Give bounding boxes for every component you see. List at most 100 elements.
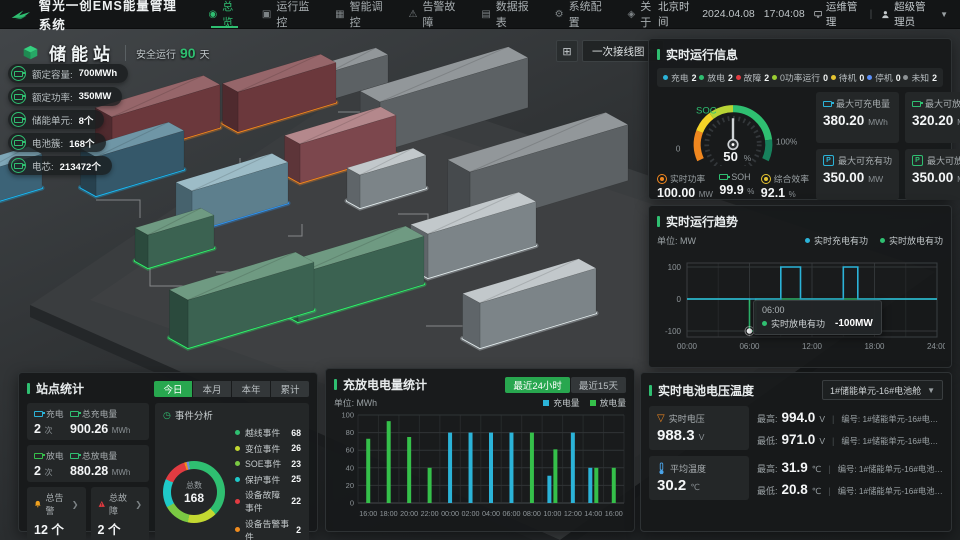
svg-text:0: 0 xyxy=(350,499,354,508)
panel-title: 实时电池电压温度 xyxy=(649,382,754,399)
status-充电: 充电 2 xyxy=(663,71,697,84)
svg-text:12:00: 12:00 xyxy=(802,342,823,351)
svg-text:60: 60 xyxy=(346,446,354,455)
status-dot xyxy=(736,75,741,80)
station-header: 储能站 安全运行90天 xyxy=(22,40,210,65)
svg-text:100: 100 xyxy=(668,263,682,272)
panel-title: 充放电电量统计 xyxy=(334,376,427,393)
time-display: 17:04:08 xyxy=(764,8,805,20)
nav-item-dispatch[interactable]: ▦智能调控 xyxy=(335,0,386,28)
status-dot xyxy=(831,75,836,80)
tab-累计[interactable]: 累计 xyxy=(271,381,309,397)
total-faults-card[interactable]: 总故障❯ 2 个 xyxy=(91,487,150,540)
nav-item-reports[interactable]: ▤数据报表 xyxy=(481,0,532,28)
panel-title: 实时运行趋势 xyxy=(657,213,943,230)
logo-icon xyxy=(10,8,32,21)
chevron-right-icon: ❯ xyxy=(135,500,142,509)
brand: 智光一创EMS能量管理系统 xyxy=(0,0,203,33)
discharge-summary-card: 放电 总放电量 2 次 880.28 MWh xyxy=(27,445,149,482)
status-放电: 放电 2 xyxy=(699,71,733,84)
svg-text:00:00: 00:00 xyxy=(441,509,459,518)
soc-gauge-block: 0 SOC 100% 50 % 实时功率 100.00 MW xyxy=(657,92,809,200)
about-icon: ◈ xyxy=(628,9,636,20)
nav-item-overview[interactable]: ◉总览 xyxy=(209,0,240,28)
user-menu[interactable]: 超级管理员 ▼ xyxy=(881,0,948,29)
battery-icon xyxy=(11,89,26,104)
temperature-min-row: 最低: 20.8 ℃ | 编号: 1#储能单元-16#电池舱-#3电池簇-P02… xyxy=(757,482,943,497)
temperature-max-row: 最高: 31.9 ℃ | 编号: 1#储能单元-16#电池舱-#3电池簇-P02… xyxy=(757,460,943,475)
status-dot xyxy=(867,75,872,80)
clock-icon: ◷ xyxy=(163,410,171,421)
period-tabs: 今日本月本年累计 xyxy=(154,381,309,397)
active-power-icon: P xyxy=(823,155,834,166)
thermometer-icon xyxy=(657,462,666,475)
battery-voltage-temp-panel: 实时电池电压温度 1#储能单元-16#电池舱▼ ▽ 实时电压 988.3 V 最… xyxy=(640,372,952,532)
nav-item-about[interactable]: ◈关于 xyxy=(628,0,658,28)
chevron-down-icon: ▼ xyxy=(940,10,948,19)
svg-text:40: 40 xyxy=(346,463,354,472)
voltage-block: ▽ 实时电压 988.3 V 最高: 994.0 V | 编号: 1#储能单元-… xyxy=(649,406,943,450)
tab-最近24小时[interactable]: 最近24小时 xyxy=(505,377,570,393)
tab-本年[interactable]: 本年 xyxy=(232,381,270,397)
svg-text:-100: -100 xyxy=(665,327,682,336)
voltage-icon: ▽ xyxy=(657,413,665,424)
event-legend-row: 越线事件68 xyxy=(235,426,301,439)
nav-item-monitoring[interactable]: ▣运行监控 xyxy=(262,0,313,28)
capacity-cards: 最大可充电量 380.20 MWh 最大可放电量 320.20 MWh P 最大… xyxy=(816,92,960,200)
svg-text:%: % xyxy=(744,153,752,163)
energy-icon xyxy=(70,411,79,417)
status-停机: 停机 0 xyxy=(867,71,901,84)
battery-cabin-select[interactable]: 1#储能单元-16#电池舱▼ xyxy=(822,380,943,400)
total-alarms-card[interactable]: 总告警❯ 12 个 xyxy=(27,487,86,540)
event-legend-row: 保护事件25 xyxy=(235,473,301,486)
tab-今日[interactable]: 今日 xyxy=(154,381,192,397)
chevron-down-icon: ▼ xyxy=(927,386,935,395)
battery-icon xyxy=(719,174,728,180)
average-temperature-card: 平均温度 30.2 ℃ xyxy=(649,456,749,500)
svg-text:80: 80 xyxy=(346,428,354,437)
energy-statistics-panel: 充放电电量统计 最近24小时最近15天 单位: MWh 充电量放电量 0 20 40… xyxy=(325,368,635,532)
event-legend-row: 设备告警事件2 xyxy=(235,517,301,540)
svg-text:24:00: 24:00 xyxy=(927,342,945,351)
legend-充电量: 充电量 xyxy=(543,396,579,409)
app-title: 智光一创EMS能量管理系统 xyxy=(39,0,189,33)
svg-text:00:00: 00:00 xyxy=(677,342,698,351)
gauge-min-label: 0 xyxy=(676,144,681,154)
nav-item-alarms[interactable]: ⚠告警故障 xyxy=(408,0,459,28)
timezone-label: 北京时间 xyxy=(658,0,693,29)
grid-layout-icon[interactable]: ⊞ xyxy=(556,40,578,62)
ops-monitor-icon xyxy=(814,10,822,19)
status-未知: 未知 2 xyxy=(903,71,937,84)
svg-text:22:00: 22:00 xyxy=(421,509,439,518)
svg-text:12:00: 12:00 xyxy=(564,509,582,518)
unit-label: 单位: MWh xyxy=(334,396,377,409)
user-icon xyxy=(881,9,890,20)
alarm-icon: ⚠ xyxy=(408,9,417,20)
battery-icon xyxy=(912,101,921,107)
energy-icon xyxy=(70,453,79,459)
svg-text:20: 20 xyxy=(346,481,354,490)
card-max-dischargeable-energy: 最大可放电量 320.20 MWh xyxy=(905,92,960,143)
legend-放电量: 放电量 xyxy=(590,396,626,409)
battery-icon xyxy=(11,66,26,81)
event-legend-row: 设备故障事件22 xyxy=(235,488,301,514)
charge-summary-card: 充电 总充电量 2 次 900.26 MWh xyxy=(27,403,149,440)
nav-item-config[interactable]: ⚙系统配置 xyxy=(555,0,606,28)
power-icon xyxy=(657,174,667,184)
svg-text:16:00: 16:00 xyxy=(359,509,377,518)
tab-最近15天[interactable]: 最近15天 xyxy=(571,377,626,393)
station-stats: 额定容量:700MWh额定功率:350MW储能单元:8个电池簇:168个电芯:2… xyxy=(8,64,128,175)
metric-realtime-power: 实时功率 100.00 MW xyxy=(657,172,713,200)
station-cube-icon xyxy=(22,44,39,61)
station-name: 储能站 xyxy=(49,40,115,65)
unit-label: 单位: MW xyxy=(657,234,696,247)
metric-efficiency: 综合效率 92.1 % xyxy=(761,172,809,200)
status-故障: 故障 2 xyxy=(736,71,770,84)
tab-本月[interactable]: 本月 xyxy=(193,381,231,397)
svg-text:06:00: 06:00 xyxy=(739,342,760,351)
battery-icon xyxy=(823,101,832,107)
status-dot xyxy=(699,75,704,80)
ops-management-button[interactable]: 运维管理 xyxy=(814,0,861,29)
legend-实时放电有功: 实时放电有功 xyxy=(880,234,943,247)
site-statistics-panel: 站点统计 今日本月本年累计 充电 总充电量 2 次 900.26 MWh 放电 xyxy=(18,372,318,532)
